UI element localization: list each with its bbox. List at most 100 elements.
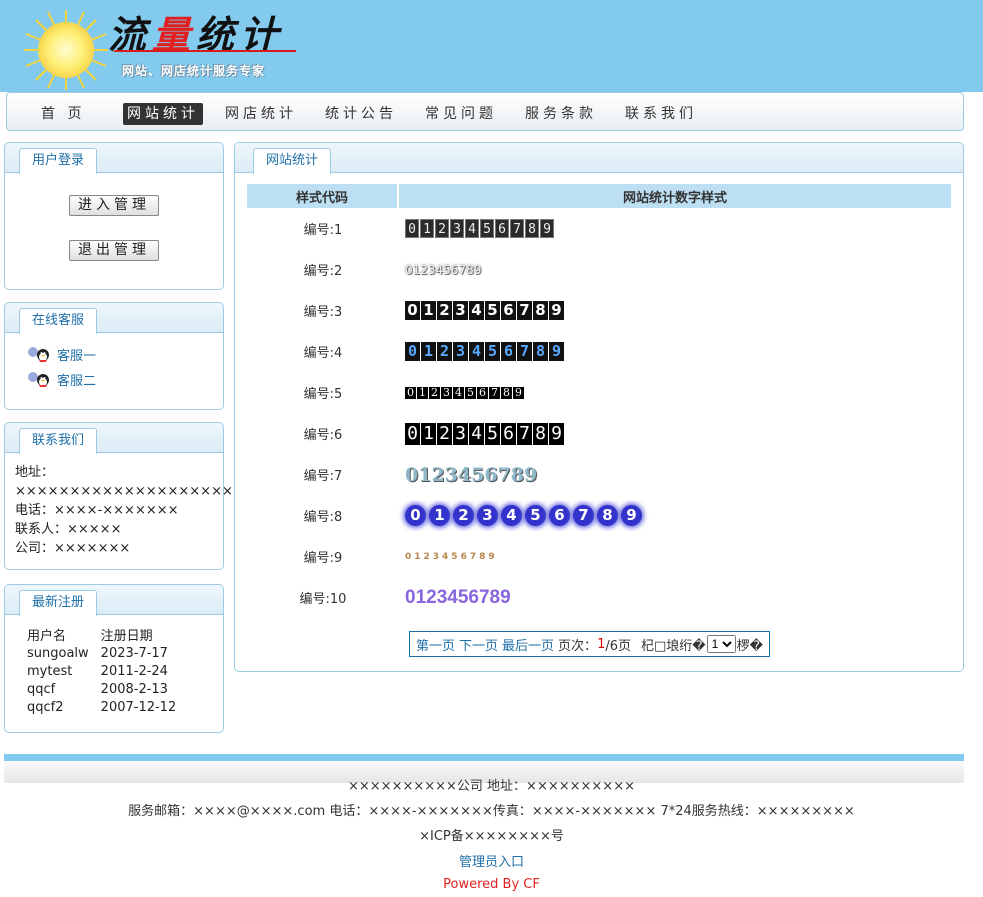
style-code: 编号:3 [303, 305, 343, 320]
digit-style-sample: 0123456789 [399, 495, 951, 536]
nav-terms[interactable]: 服务条款 [523, 103, 599, 125]
page-label: 页次： [558, 638, 598, 654]
col-digit-style: 网站统计数字样式 [399, 184, 951, 208]
cell-date: 2007-12-12 [100, 699, 177, 715]
sun-logo-icon [24, 10, 108, 90]
logo-subtitle: 网站、网店统计服务专家 [122, 64, 266, 78]
digit-style-sample: 0123456789 [399, 208, 951, 249]
table-row: 编号:5 0 1 2 3 4 5 6 7 8 9 [247, 372, 951, 413]
header: 流量统计 网站、网店统计服务专家 [0, 0, 983, 92]
counter-digits-sample: 0123456789 [405, 505, 644, 526]
goto-suffix: 椤� [736, 638, 763, 654]
login-box-title: 用户登录 [19, 148, 98, 174]
cell-date: 2008-2-13 [100, 681, 168, 697]
registrations-table: 用户名 注册日期 sungoalw 2023-7-17 mytest 2011-2-2… [27, 625, 188, 716]
table-row: 编号:2 0123456789 [247, 249, 951, 290]
style-code: 编号:6 [303, 428, 343, 443]
cell-date: 2011-2-24 [100, 663, 168, 679]
digit-style-sample: 0123456789 [399, 454, 951, 495]
col-username: 用户名 [27, 629, 67, 644]
counter-digits-sample: 0123456789 [405, 551, 498, 562]
style-code: 编号:8 [303, 510, 343, 525]
table-row: 编号:7 0123456789 [247, 454, 951, 495]
nav-contact[interactable]: 联系我们 [623, 103, 699, 125]
nav-announcements[interactable]: 统计公告 [323, 103, 399, 125]
qq-penguin-icon [28, 347, 49, 362]
footer-contact-info: 服务邮箱：××××@××××.com 电话：××××-×××××××传真：×××… [128, 804, 855, 819]
contact-address: ×××××××××××××××××××× [15, 484, 233, 499]
footer-icp: ×ICP备××××××××号 [419, 829, 564, 844]
table-row: 编号:1 0 1 2 3 4 5 6 7 8 9 [247, 208, 951, 249]
first-page-link[interactable]: 第一页 [416, 635, 455, 654]
digit-style-sample: 0123456789 [399, 331, 951, 372]
footer-divider [4, 754, 964, 761]
main-panel: 网站统计 样式代码 网站统计数字样式 编号:1 0 1 2 3 4 5 6 7 8 9 编号:2 012… [234, 142, 964, 672]
col-reg-date: 注册日期 [100, 629, 153, 644]
digit-style-sample: 0123456789 [399, 413, 951, 454]
counter-digits-sample: 0123456789 [405, 301, 564, 320]
enter-admin-button[interactable]: 进入管理 [69, 195, 159, 216]
last-page-link[interactable]: 最后一页 [502, 635, 554, 654]
main-nav: 首 页 网站统计 网店统计 统计公告 常见问题 服务条款 联系我们 [6, 92, 964, 131]
main-tab-title: 网站统计 [253, 148, 332, 174]
logo-title: 流量统计 [108, 12, 285, 57]
logo-underline [114, 50, 296, 52]
contact-address-label: 地址： [15, 465, 55, 480]
counter-digits-sample: 0123456789 [405, 219, 554, 238]
nav-site-stats[interactable]: 网站统计 [123, 103, 203, 125]
contact-box-title: 联系我们 [19, 428, 98, 454]
exit-admin-button[interactable]: 退出管理 [69, 240, 159, 261]
digit-style-sample: 0123456789 [399, 536, 951, 577]
cell-date: 2023-7-17 [100, 645, 168, 661]
style-code: 编号:9 [303, 551, 343, 566]
digit-style-sample: 0123456789 [399, 249, 951, 290]
service-item-2[interactable]: 客服二 [27, 370, 96, 389]
table-row: mytest 2011-2-24 [27, 662, 188, 680]
style-code: 编号:4 [303, 346, 343, 361]
table-row: 编号:3 0 1 2 3 4 5 6 7 8 9 [247, 290, 951, 331]
digit-style-sample: 0123456789 [399, 372, 951, 413]
powered-by: Powered By CF [443, 877, 540, 892]
latest-registrations-box: 最新注册 用户名 注册日期 sungoalw 2023-7-17 mytest 201… [4, 584, 224, 733]
cell-user: qqcf2 [27, 699, 64, 715]
service-item-label[interactable]: 客服一 [57, 345, 96, 364]
nav-home[interactable]: 首 页 [39, 103, 87, 125]
table-row: 编号:10 0123456789 [247, 577, 951, 618]
table-row: 编号:4 0 1 2 3 4 5 6 7 8 9 [247, 331, 951, 372]
style-code: 编号:2 [303, 264, 343, 279]
next-page-link[interactable]: 下一页 [459, 635, 498, 654]
contact-box: 联系我们 地址： ×××××××××××××××××××× 电话：××××-××… [4, 422, 233, 570]
page-select[interactable]: 1 [706, 635, 736, 653]
counter-digits-sample: 0123456789 [405, 262, 482, 277]
admin-entry-link[interactable]: 管理员入口 [0, 851, 983, 870]
login-box: 用户登录 进入管理 退出管理 [4, 142, 224, 290]
contact-company: 公司：××××××× [15, 541, 131, 556]
cell-user: sungoalw [27, 645, 89, 661]
table-row: qqcf2 2007-12-12 [27, 698, 188, 716]
service-item-1[interactable]: 客服一 [27, 345, 96, 364]
current-page: 1 [597, 636, 606, 652]
contact-phone: 电话：××××-××××××× [15, 503, 179, 518]
table-row: 编号:8 0 1 2 3 4 5 6 7 8 9 [247, 495, 951, 536]
cell-user: mytest [27, 663, 73, 679]
service-box-title: 在线客服 [19, 308, 98, 334]
nav-shop-stats[interactable]: 网店统计 [223, 103, 299, 125]
contact-info: 地址： ×××××××××××××××××××× 电话：××××-×××××××… [15, 463, 233, 558]
footer-company: ××××××××××公司 地址：×××××××××× [348, 779, 635, 794]
service-item-label[interactable]: 客服二 [57, 370, 96, 389]
counter-digits-sample: 0123456789 [405, 342, 564, 361]
cell-user: qqcf [27, 681, 56, 697]
goto-prefix: 杞□埌绗� [641, 638, 706, 654]
counter-digits-sample: 0123456789 [405, 422, 564, 445]
nav-faq[interactable]: 常见问题 [423, 103, 499, 125]
counter-style-table: 样式代码 网站统计数字样式 编号:1 0 1 2 3 4 5 6 7 8 9 编号:2 01234567… [247, 184, 951, 618]
counter-digits-sample: 0123456789 [405, 463, 538, 486]
counter-digits-sample: 0123456789 [405, 385, 524, 399]
col-style-code: 样式代码 [247, 184, 399, 208]
table-row: 编号:9 0123456789 [247, 536, 951, 577]
table-row: sungoalw 2023-7-17 [27, 644, 188, 662]
style-code: 编号:7 [303, 469, 343, 484]
online-service-box: 在线客服 客服一 客服二 [4, 302, 224, 410]
digit-style-sample: 0123456789 [399, 577, 951, 618]
style-code: 编号:10 [299, 592, 347, 607]
